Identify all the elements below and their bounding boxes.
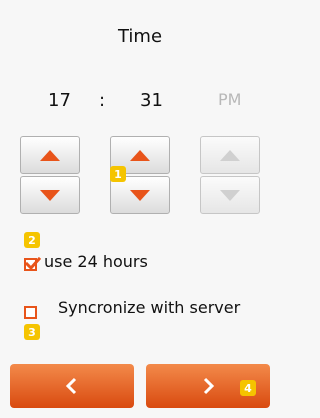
chevron-left-icon (65, 377, 77, 395)
page-title: Time (117, 26, 163, 47)
minute-value: 31 (140, 90, 163, 111)
ampm-value: PM (218, 90, 242, 109)
sync-server-label: Syncronize with server (58, 298, 241, 317)
time-display: 17 : 31 PM (0, 90, 280, 114)
triangle-up-icon (130, 149, 150, 161)
checkmark-icon (25, 257, 41, 271)
ampm-down-button[interactable] (200, 176, 260, 214)
chevron-right-icon (203, 377, 215, 395)
triangle-down-icon (40, 189, 60, 201)
callout-badge-1: 1 (110, 166, 126, 182)
callout-badge-4: 4 (240, 380, 256, 396)
hour-value: 17 (48, 90, 71, 111)
back-button[interactable] (10, 364, 134, 408)
time-separator: : (99, 90, 106, 111)
use-24-hours-label: use 24 hours (44, 252, 148, 271)
hour-up-button[interactable] (20, 136, 80, 174)
callout-badge-2: 2 (24, 232, 40, 248)
hour-down-button[interactable] (20, 176, 80, 214)
triangle-down-icon (220, 189, 240, 201)
sync-server-checkbox[interactable] (24, 306, 37, 319)
callout-badge-3: 3 (24, 324, 40, 340)
triangle-up-icon (220, 149, 240, 161)
ampm-up-button[interactable] (200, 136, 260, 174)
triangle-down-icon (130, 189, 150, 201)
use-24-hours-checkbox[interactable] (24, 257, 41, 271)
triangle-up-icon (40, 149, 60, 161)
